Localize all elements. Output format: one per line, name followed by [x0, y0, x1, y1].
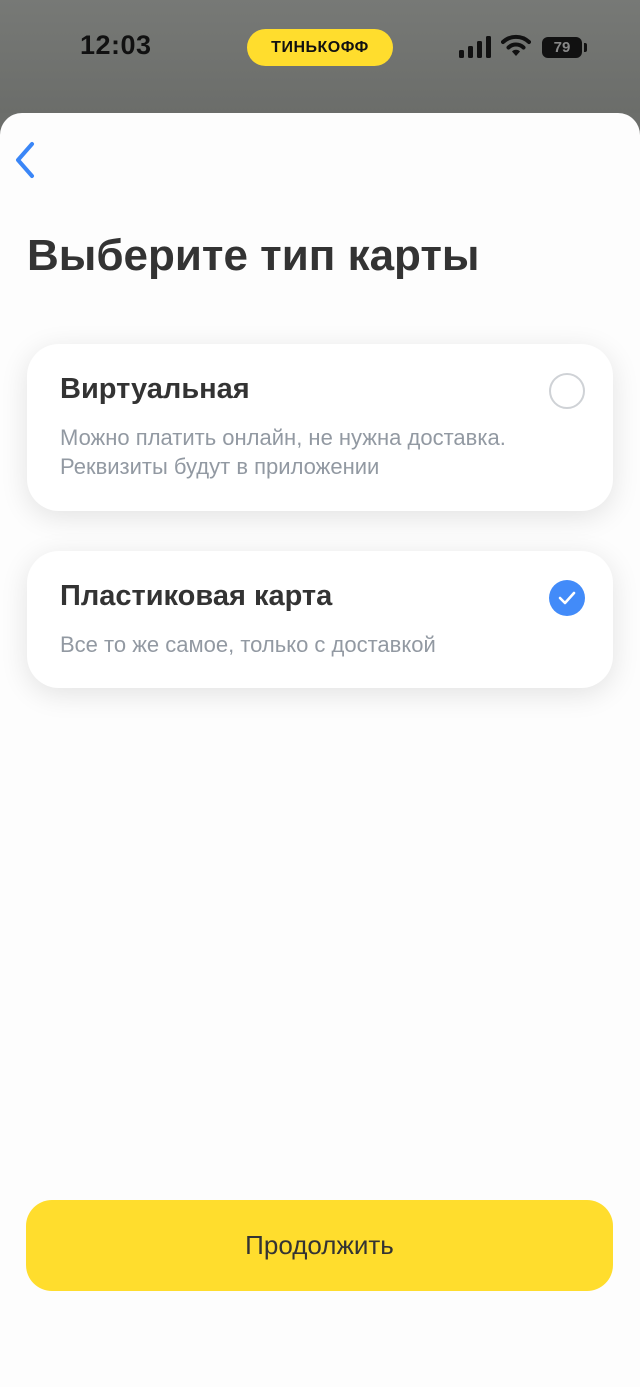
- chevron-left-icon: [16, 142, 34, 178]
- checkmark-icon: [558, 591, 576, 605]
- back-button[interactable]: [10, 140, 40, 180]
- brand-label: ТИНЬКОФФ: [271, 38, 369, 56]
- option-card-virtual[interactable]: Виртуальная Можно платить онлайн, не нуж…: [27, 344, 613, 511]
- battery-level: 79: [553, 39, 571, 56]
- brand-pill: ТИНЬКОФФ: [247, 29, 393, 66]
- status-time: 12:03: [80, 30, 152, 60]
- continue-button[interactable]: Продолжить: [26, 1200, 613, 1291]
- option-title: Пластиковая карта: [60, 580, 333, 612]
- wifi-icon: [501, 34, 531, 56]
- battery-cap: [584, 43, 587, 52]
- option-description: Все то же самое, только с доставкой: [60, 632, 436, 657]
- battery-icon: 79: [542, 37, 582, 58]
- option-card-plastic[interactable]: Пластиковая карта Все то же самое, тольк…: [27, 551, 613, 688]
- radio-checked[interactable]: [549, 580, 585, 616]
- bottom-sheet: Выберите тип карты Виртуальная Можно пла…: [0, 113, 640, 1387]
- option-title: Виртуальная: [60, 373, 250, 405]
- cellular-signal-icon: [459, 36, 491, 58]
- option-description: Можно платить онлайн, не нужна доставка.…: [60, 425, 506, 479]
- radio-unchecked[interactable]: [549, 373, 585, 409]
- page-title: Выберите тип карты: [27, 231, 480, 280]
- status-bar: 12:03 ТИНЬКОФФ 79: [0, 0, 640, 113]
